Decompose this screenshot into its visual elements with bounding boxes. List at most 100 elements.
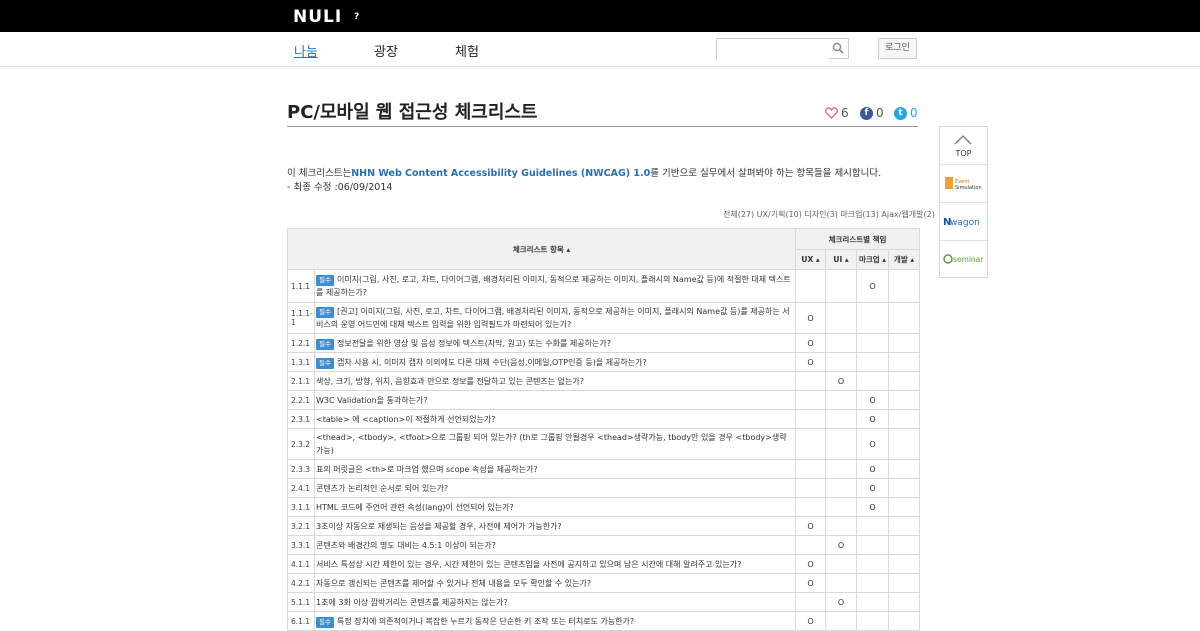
like-count: 6 [841, 106, 849, 120]
mark-ux: O [795, 554, 827, 574]
table-row: 4.2.1 자동으로 갱신되는 콘텐츠를 제어할 수 있거나 전체 내용을 모두 … [287, 573, 921, 593]
side-quick-menu: TOP Event Simulation N wagon seminar [939, 126, 988, 278]
mark-markup [856, 535, 890, 555]
row-item: 콘텐츠와 배경간의 명도 대비는 4.5:1 이상이 되는가? [313, 535, 797, 555]
mark-dev [888, 269, 921, 303]
mark-markup: O [856, 390, 890, 410]
row-number: 2.1.1 [287, 371, 315, 391]
mark-dev [888, 516, 921, 536]
mark-ux [795, 371, 827, 391]
required-badge: 필수 [316, 338, 334, 350]
mark-markup [856, 611, 890, 631]
column-header-ux[interactable]: UX ▴ [795, 249, 827, 270]
seminar-logo: seminar [943, 254, 984, 264]
facebook-share-button[interactable]: f 0 [860, 106, 884, 120]
mark-ui [825, 497, 858, 517]
table-row: 3.2.1 3초이상 자동으로 재생되는 음성을 제공할 경우, 사전에 제어가 … [287, 516, 921, 536]
row-number: 6.1.1 [287, 611, 315, 631]
like-button[interactable]: 6 [825, 106, 849, 120]
mark-dev [888, 554, 921, 574]
row-text: 표의 머릿글은 <th>로 마크업 했으며 scope 속성을 제공하는가? [316, 464, 538, 474]
mark-ux [795, 592, 827, 612]
mark-markup [856, 352, 890, 372]
twitter-icon: t [894, 106, 907, 120]
row-number: 4.2.1 [287, 573, 315, 593]
mark-ux [795, 269, 827, 303]
mark-ui [825, 302, 858, 334]
logo-help-mark[interactable]: ? [354, 12, 359, 22]
nwcag-link[interactable]: NHN Web Content Accessibility Guidelines… [351, 168, 650, 179]
row-item: 필수 이미지(그림, 사진, 로고, 차트, 다이어그램, 배경처리된 이미지, … [313, 269, 797, 303]
mark-markup: O [856, 269, 890, 303]
row-item: 서비스 특성상 시간 제한이 있는 경우, 시간 제한이 있는 콘텐츠임을 사전… [313, 554, 797, 574]
global-nav: 나눔 광장 체험 로그인 [0, 32, 1200, 67]
row-item: 색상, 크기, 방향, 위치, 음향효과 만으로 정보를 전달하고 있는 콘텐츠… [313, 371, 797, 391]
mark-markup: O [856, 459, 890, 479]
column-header-markup[interactable]: 마크업 ▴ [856, 249, 890, 270]
mark-dev [888, 352, 921, 372]
row-text: 콘텐츠와 배경간의 명도 대비는 4.5:1 이상이 되는가? [316, 540, 496, 550]
mark-markup [856, 573, 890, 593]
row-number: 3.2.1 [287, 516, 315, 536]
mark-ui: O [825, 592, 858, 612]
heart-icon [825, 107, 838, 119]
row-text: 자동으로 갱신되는 콘텐츠를 제어할 수 있거나 전체 내용을 모두 확인할 수… [316, 578, 592, 588]
nav-item-plaza[interactable]: 광장 [374, 41, 398, 60]
search-input[interactable] [717, 41, 829, 60]
row-number: 2.3.3 [287, 459, 315, 479]
mark-markup: O [856, 478, 890, 498]
table-row: 1.3.1 필수 캡차 사용 시, 이미지 캡차 이외에도 다른 대체 수단(음성,… [287, 352, 921, 372]
mark-dev [888, 302, 921, 334]
table-row: 1.2.1 필수 정보전달을 위한 영상 및 음성 정보에 텍스트(자막, 원고) … [287, 333, 921, 353]
row-item: 필수 캡차 사용 시, 이미지 캡차 이외에도 다른 대체 수단(음성,이메일,O… [313, 352, 797, 372]
search-icon[interactable] [832, 42, 844, 54]
row-number: 2.3.2 [287, 428, 315, 460]
table-row: 2.1.1 색상, 크기, 방향, 위치, 음향효과 만으로 정보를 전달하고 있… [287, 371, 921, 391]
category-filter[interactable]: 전체(27) UX/기획(10) 디자인(3) 마크업(13) Ajax/웹개발… [723, 209, 935, 220]
mark-dev [888, 428, 921, 460]
top-button[interactable]: TOP [940, 127, 987, 165]
mark-markup: O [856, 497, 890, 517]
nav-item-experience[interactable]: 체험 [455, 41, 479, 60]
row-item: 표의 머릿글은 <th>로 마크업 했으며 scope 속성을 제공하는가? [313, 459, 797, 479]
mark-ux: O [795, 352, 827, 372]
checklist-body: 1.1.1 필수 이미지(그림, 사진, 로고, 차트, 다이어그램, 배경처리된 … [287, 269, 921, 631]
row-text: <table> 에 <caption>이 적절하게 선언되었는가? [316, 414, 496, 424]
mark-ux: O [795, 516, 827, 536]
mark-ui [825, 352, 858, 372]
table-row: 3.3.1 콘텐츠와 배경간의 명도 대비는 4.5:1 이상이 되는가? O [287, 535, 921, 555]
mark-ux: O [795, 333, 827, 353]
last-modified: - 최종 수정 :06/09/2014 [287, 182, 393, 193]
row-number: 1.3.1 [287, 352, 315, 372]
table-row: 2.2.1 W3C Validation을 통과하는가? O [287, 390, 921, 410]
row-item: 자동으로 갱신되는 콘텐츠를 제어할 수 있거나 전체 내용을 모두 확인할 수… [313, 573, 797, 593]
mark-ui [825, 459, 858, 479]
mark-ux: O [795, 573, 827, 593]
required-badge: 필수 [316, 357, 334, 369]
row-item: W3C Validation을 통과하는가? [313, 390, 797, 410]
column-header-dev[interactable]: 개발 ▴ [888, 249, 921, 270]
banner-nwagon[interactable]: N wagon [940, 203, 987, 241]
title-divider [287, 126, 918, 127]
row-text: 정보전달을 위한 영상 및 음성 정보에 텍스트(자막, 원고) 또는 수화를 … [336, 338, 611, 348]
table-row: 2.4.1 콘텐츠가 논리적인 순서로 되어 있는가? O [287, 478, 921, 498]
mark-ui [825, 428, 858, 460]
nav-item-share[interactable]: 나눔 [294, 41, 318, 60]
banner-seminar[interactable]: seminar [940, 241, 987, 278]
column-header-item[interactable]: 체크리스트 항목 ▴ [286, 228, 797, 270]
site-logo[interactable]: NULI [293, 7, 342, 27]
column-header-ui[interactable]: UI ▴ [825, 249, 858, 270]
row-text: [권고] 이미지(그림, 사진, 로고, 차트, 다이어그램, 배경처리된 이미… [316, 307, 790, 329]
mark-dev [888, 478, 921, 498]
twitter-share-button[interactable]: t 0 [894, 106, 918, 120]
mark-ui [825, 554, 858, 574]
row-text: HTML 코드에 주언어 관련 속성(lang)이 선언되어 있는가? [316, 502, 514, 512]
facebook-count: 0 [876, 106, 884, 120]
intro-text: 이 체크리스트는NHN Web Content Accessibility Gu… [287, 167, 881, 195]
row-item: 3초이상 자동으로 재생되는 음성을 제공할 경우, 사전에 제어가 가능한가? [313, 516, 797, 536]
mark-dev [888, 371, 921, 391]
mark-ui [825, 333, 858, 353]
login-button[interactable]: 로그인 [878, 38, 917, 59]
table-row: 2.3.2 <thead>, <tbody>, <tfoot>으로 그룹핑 되어 … [287, 428, 921, 460]
banner-event-simulation[interactable]: Event Simulation [940, 165, 987, 203]
